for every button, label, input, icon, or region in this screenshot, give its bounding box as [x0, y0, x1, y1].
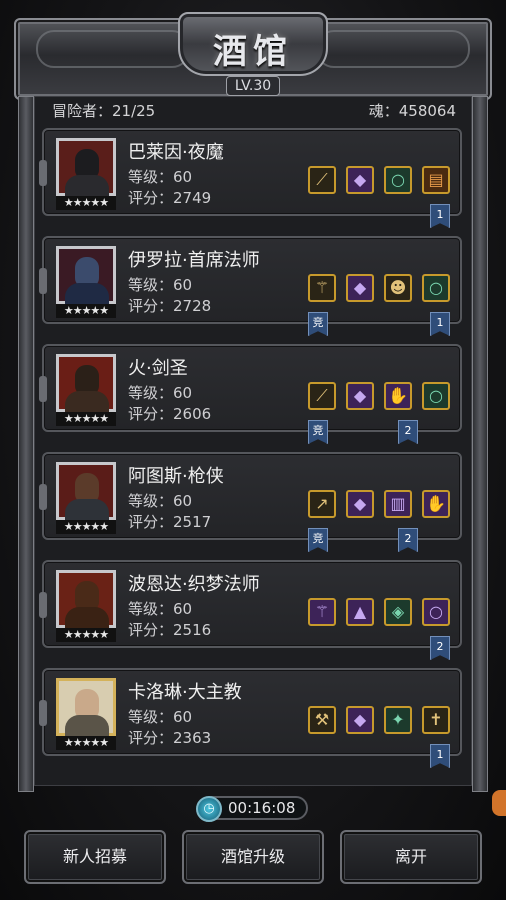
hero-score: 评分：2363	[128, 729, 212, 747]
card-rivet	[39, 268, 47, 294]
hero-stars: ★★★★★	[56, 628, 116, 642]
hood-icon[interactable]: ▲	[346, 598, 374, 626]
spear-icon[interactable]: ↗	[308, 490, 336, 518]
hero-name: 波恩达·织梦法师	[128, 574, 260, 595]
hero-portrait	[56, 462, 116, 521]
left-frame-pillar	[18, 96, 34, 792]
staff-icon[interactable]: ⚚	[308, 274, 336, 302]
hero-stars: ★★★★★	[56, 736, 116, 750]
scroll-icon[interactable]: ▥	[384, 490, 412, 518]
side-pet-icon[interactable]	[492, 790, 506, 816]
hero-portrait	[56, 246, 116, 305]
mask-icon[interactable]: ☻	[384, 274, 412, 302]
helmet-icon[interactable]: ◆	[346, 706, 374, 734]
card-rivet	[39, 484, 47, 510]
hero-name: 阿图斯·枪侠	[128, 466, 224, 487]
cross-icon[interactable]: ✝	[422, 706, 450, 734]
hero-portrait	[56, 570, 116, 629]
ring-icon[interactable]: ○	[422, 382, 450, 410]
hero-stars: ★★★★★	[56, 196, 116, 210]
hero-name: 卡洛琳·大主教	[128, 682, 242, 703]
hero-card[interactable]: ★★★★★ 伊罗拉·首席法师 等级：60 评分：2728 ⚚ ◆ ☻ ○ 竞 1	[39, 236, 462, 336]
hero-stars: ★★★★★	[56, 304, 116, 318]
timer-icon: ◷	[196, 796, 222, 822]
hero-level: 等级：60	[128, 492, 193, 510]
hero-name: 火·剑圣	[128, 358, 188, 379]
card-rivet	[39, 160, 47, 186]
sword-icon[interactable]: ⟋	[308, 382, 336, 410]
leave-button[interactable]: 离开	[340, 830, 482, 884]
hero-card[interactable]: ★★★★★ 卡洛琳·大主教 等级：60 评分：2363 ⚒ ◆ ✦ ✝ 1	[39, 668, 462, 768]
right-frame-pillar	[472, 96, 488, 792]
hero-score: 评分：2606	[128, 405, 212, 423]
spellbook-icon[interactable]: ◈	[384, 598, 412, 626]
ring-icon[interactable]: ○	[422, 598, 450, 626]
tavern-screen: 酒馆 LV.30 冒险者：21/25 魂：458064 ★★★★★ 巴莱因·夜魔…	[0, 0, 506, 900]
helmet-icon[interactable]: ◆	[346, 166, 374, 194]
helmet-icon[interactable]: ◆	[346, 490, 374, 518]
hero-level: 等级：60	[128, 168, 193, 186]
gauntlet-icon[interactable]: ✋	[422, 490, 450, 518]
soul-count: 魂：458064	[368, 102, 456, 120]
helmet-icon[interactable]: ◆	[346, 382, 374, 410]
sword-icon[interactable]: ⟋	[308, 166, 336, 194]
staff-icon[interactable]: ⚚	[308, 598, 336, 626]
helmet-icon[interactable]: ◆	[346, 274, 374, 302]
hero-card[interactable]: ★★★★★ 火·剑圣 等级：60 评分：2606 ⟋ ◆ ✋ ○ 竞 2	[39, 344, 462, 444]
gem-icon[interactable]: ✦	[384, 706, 412, 734]
hero-name: 巴莱因·夜魔	[128, 142, 224, 163]
hero-name: 伊罗拉·首席法师	[128, 250, 260, 271]
hero-stars: ★★★★★	[56, 412, 116, 426]
armor-icon[interactable]: ▤	[422, 166, 450, 194]
ring-icon[interactable]: ○	[422, 274, 450, 302]
card-rivet	[39, 700, 47, 726]
hero-portrait	[56, 138, 116, 197]
hero-level: 等级：60	[128, 276, 193, 294]
hero-portrait	[56, 678, 116, 737]
adventurer-count: 冒险者：21/25	[52, 102, 156, 120]
mace-icon[interactable]: ⚒	[308, 706, 336, 734]
hero-level: 等级：60	[128, 708, 193, 726]
page-title: 酒馆	[213, 32, 293, 72]
hero-level: 等级：60	[128, 600, 193, 618]
hero-level: 等级：60	[128, 384, 193, 402]
card-rivet	[39, 376, 47, 402]
recruit-button[interactable]: 新人招募	[24, 830, 166, 884]
hero-score: 评分：2749	[128, 189, 212, 207]
gauntlet-icon[interactable]: ✋	[384, 382, 412, 410]
recruit-timer: 00:16:08	[228, 799, 296, 817]
card-rivet	[39, 592, 47, 618]
hero-card[interactable]: ★★★★★ 阿图斯·枪侠 等级：60 评分：2517 ↗ ◆ ▥ ✋ 竞 2	[39, 452, 462, 552]
hero-card[interactable]: ★★★★★ 波恩达·织梦法师 等级：60 评分：2516 ⚚ ▲ ◈ ○ 2	[39, 560, 462, 660]
hero-score: 评分：2517	[128, 513, 212, 531]
upgrade-tavern-button[interactable]: 酒馆升级	[182, 830, 324, 884]
hero-score: 评分：2728	[128, 297, 212, 315]
hero-stars: ★★★★★	[56, 520, 116, 534]
hero-portrait	[56, 354, 116, 413]
hero-score: 评分：2516	[128, 621, 212, 639]
tavern-level-badge: LV.30	[226, 76, 280, 96]
ring-icon[interactable]: ○	[384, 166, 412, 194]
hero-card[interactable]: ★★★★★ 巴莱因·夜魔 等级：60 评分：2749 ⟋ ◆ ○ ▤ 1	[39, 128, 462, 228]
